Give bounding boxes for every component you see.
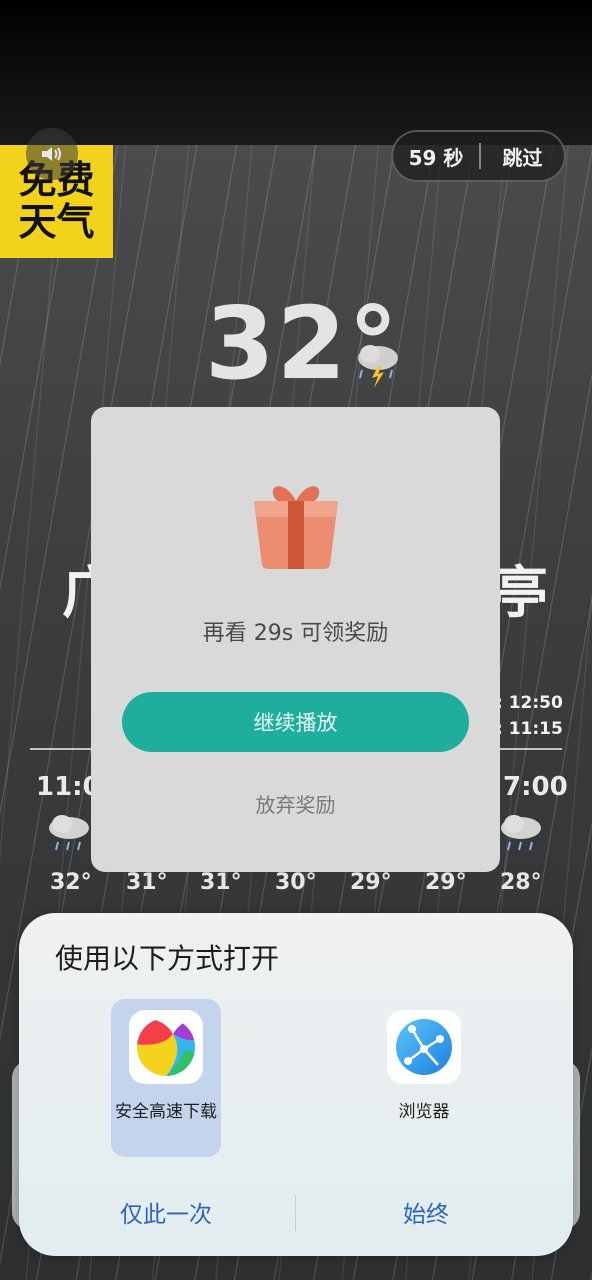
hourly-temp: 31°: [200, 870, 242, 895]
ad-time-1: : 12:50: [496, 693, 563, 713]
always-button[interactable]: 始终: [301, 1195, 551, 1229]
continue-playing-button[interactable]: 继续播放: [122, 692, 469, 752]
give-up-reward-button[interactable]: 放弃奖励: [91, 789, 500, 818]
hourly-temp: 29°: [425, 870, 467, 895]
reward-dialog: 再看 29s 可领奖励 继续播放 放弃奖励: [91, 407, 500, 872]
browser-icon: [396, 1019, 452, 1075]
open-with-sheet: 使用以下方式打开 安全高速下载 浏览器 仅此一次 始终: [19, 913, 573, 1256]
button-divider: [295, 1195, 296, 1231]
skip-button[interactable]: 跳过: [481, 142, 564, 171]
sound-toggle-button[interactable]: [26, 128, 78, 180]
app-label: 安全高速下载: [115, 1102, 217, 1122]
app-label: 浏览器: [398, 1102, 450, 1122]
countdown-text: 59 秒: [408, 145, 464, 170]
hourly-temp: 30°: [275, 870, 317, 895]
app-option-browser[interactable]: [387, 1010, 461, 1084]
hourly-temp: 31°: [126, 870, 168, 895]
colorful-ball-icon: [137, 1018, 195, 1076]
app-icon-container[interactable]: [129, 1010, 203, 1084]
rain-cloud-icon: [49, 815, 89, 851]
speaker-icon: [42, 147, 61, 161]
rain-cloud-icon: [501, 815, 541, 851]
hourly-temp: 29°: [350, 870, 392, 895]
reward-message: 再看 29s 可领奖励: [202, 621, 389, 646]
just-once-button[interactable]: 仅此一次: [41, 1195, 291, 1229]
gift-icon: [254, 486, 338, 569]
hourly-temp: 28°: [500, 870, 542, 895]
ad-time-2: : 11:15: [496, 719, 563, 739]
top-strip: [0, 0, 592, 145]
ad-hourly-temps: 32° 31° 31° 30° 29° 29° 28°: [0, 870, 592, 900]
brand-line-2: 天气: [18, 200, 95, 244]
ad-city-right: 亭: [492, 561, 548, 626]
ad-sun-times: : 12:50 : 11:15: [496, 690, 563, 742]
thunderstorm-icon: [358, 345, 398, 388]
hourly-temp: 32°: [50, 870, 92, 895]
ad-hour-right: 7:00: [503, 772, 568, 802]
sheet-title: 使用以下方式打开: [55, 942, 280, 975]
countdown-skip-pill[interactable]: 59 秒 跳过: [391, 130, 566, 182]
